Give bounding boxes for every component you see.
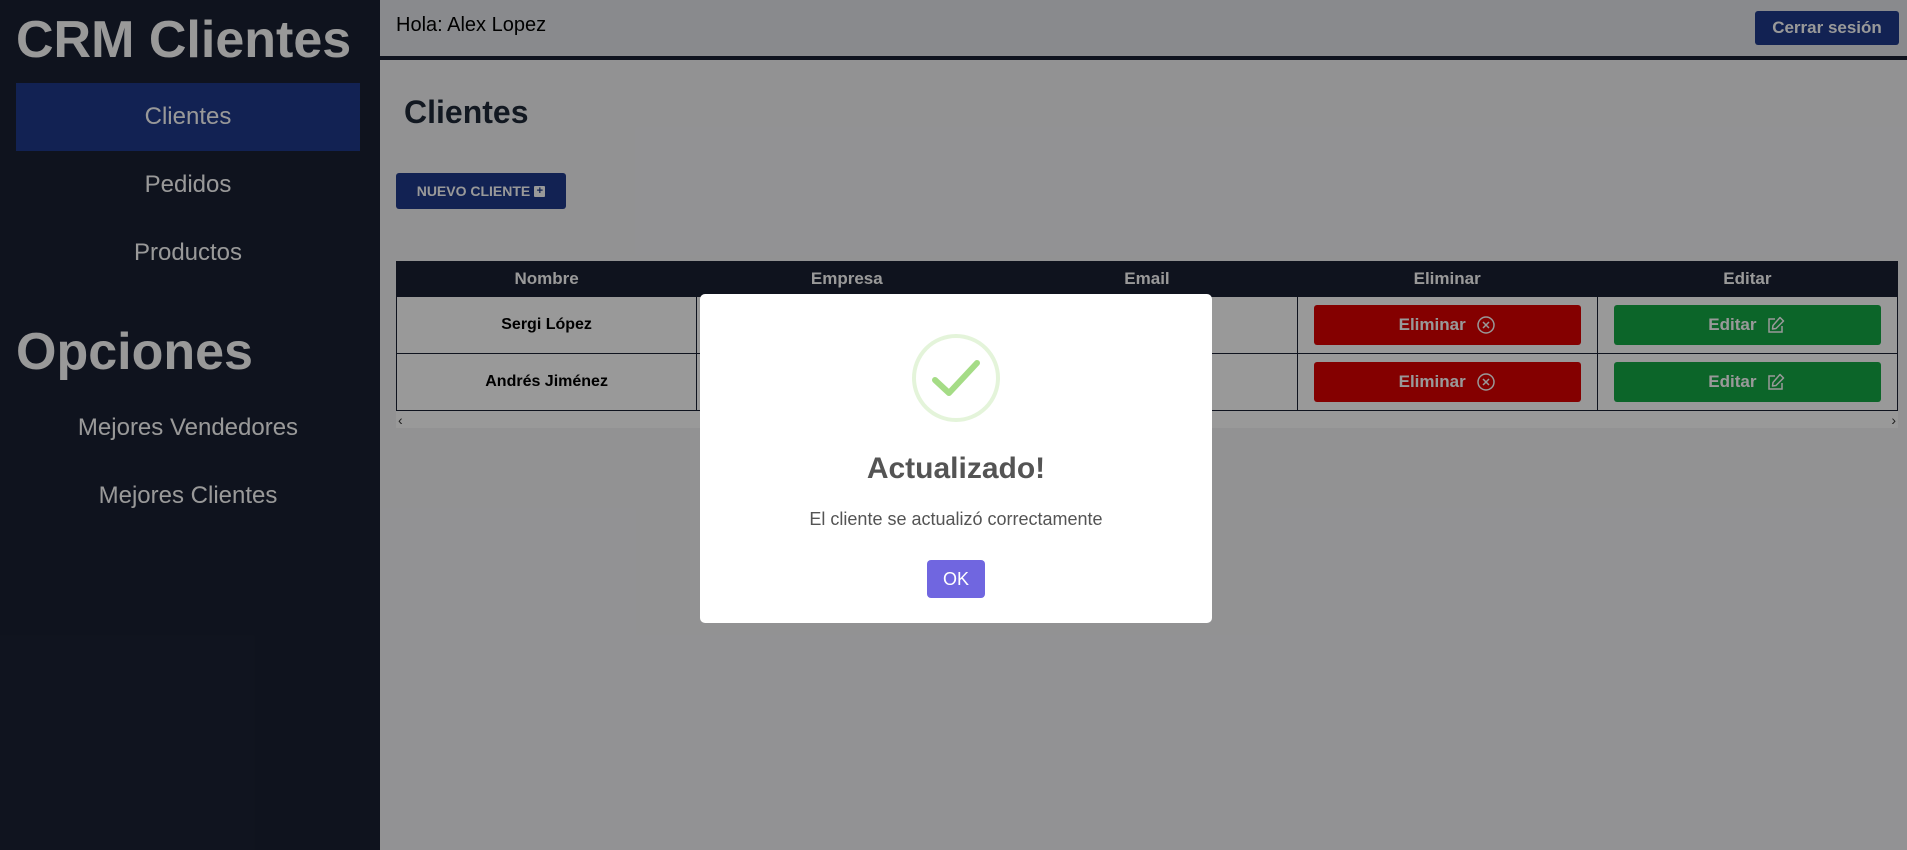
success-check-icon xyxy=(912,334,1000,422)
success-modal: Actualizado! El cliente se actualizó cor… xyxy=(700,294,1212,623)
modal-message: El cliente se actualizó correctamente xyxy=(809,509,1103,529)
modal-title: Actualizado! xyxy=(866,452,1046,485)
ok-button[interactable]: OK xyxy=(927,560,985,598)
